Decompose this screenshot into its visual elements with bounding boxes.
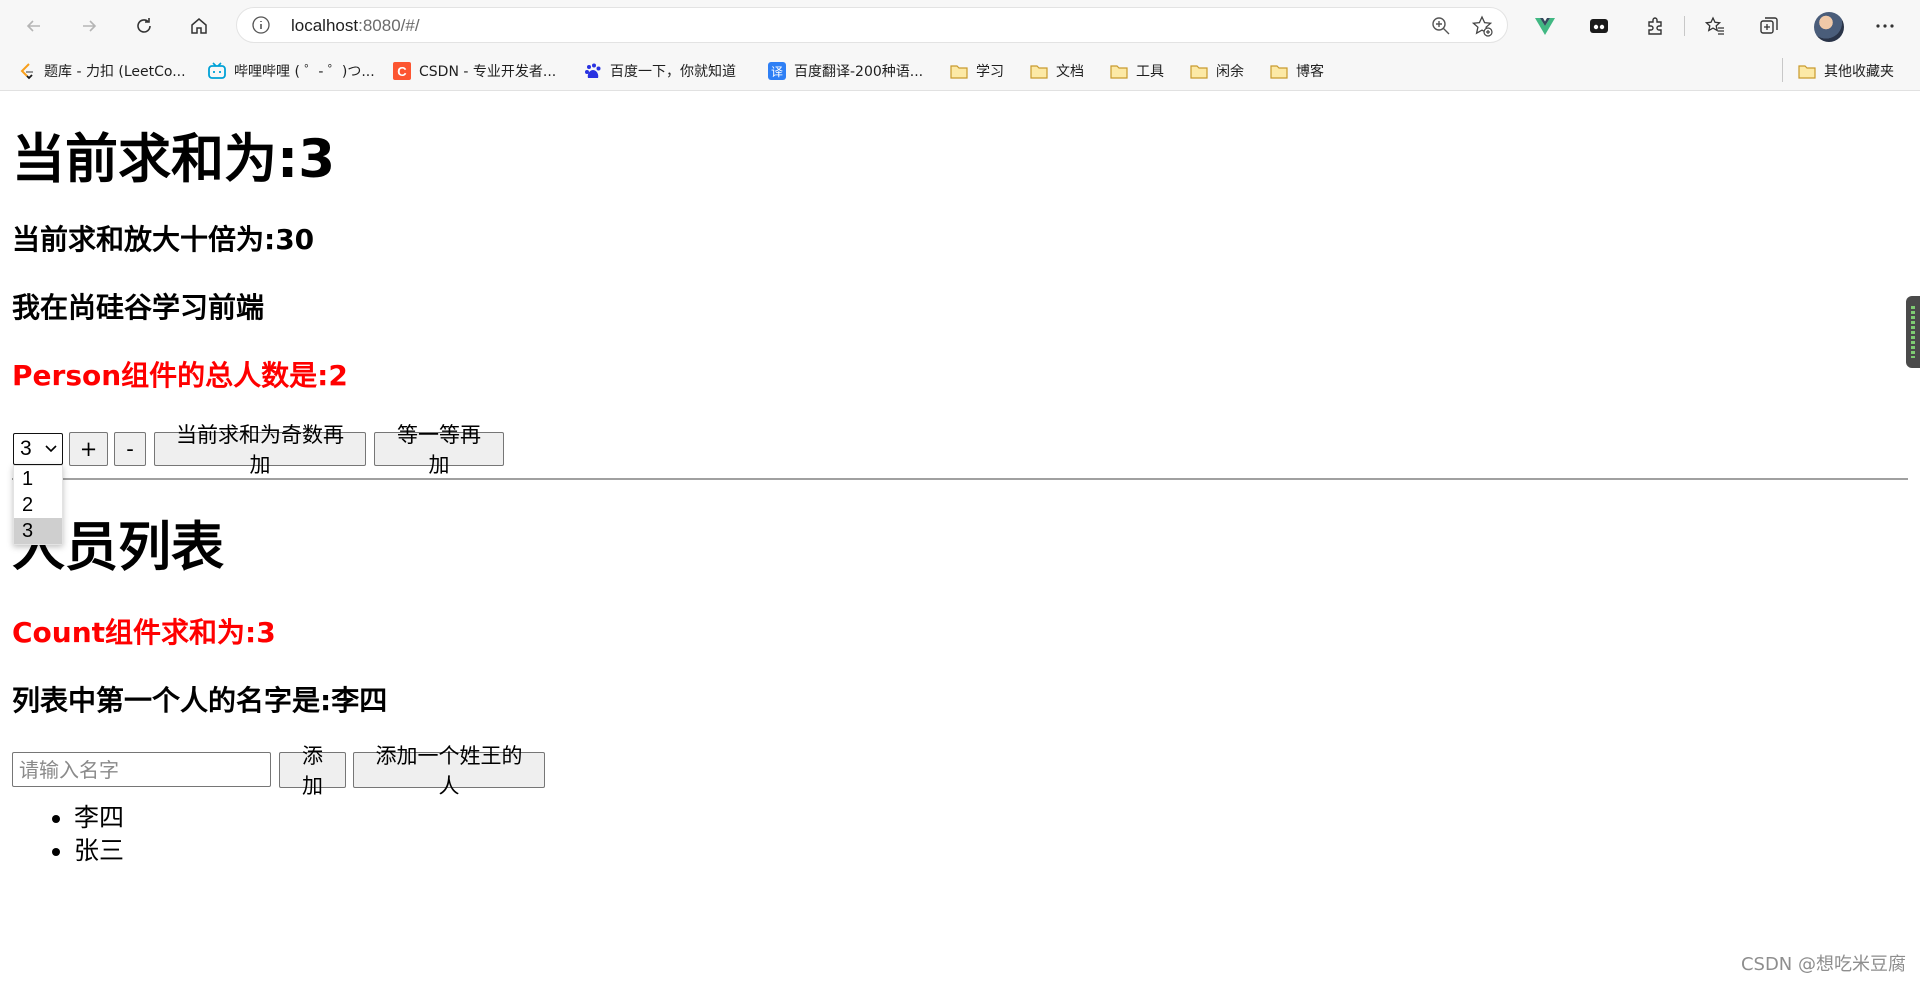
arrow-right-icon [83, 20, 97, 32]
bookmark-folder-study[interactable]: 学习 [950, 60, 1004, 82]
address-bar[interactable]: localhost:8080/#/ [236, 7, 1508, 43]
bookmark-label: 闲余 [1216, 64, 1244, 80]
settings-menu-button[interactable] [1872, 13, 1898, 39]
puzzle-icon [1648, 17, 1662, 35]
leetcode-icon [18, 62, 36, 80]
sum-heading: 当前求和为:3 [12, 129, 336, 190]
bookmark-label: 博客 [1296, 64, 1324, 80]
increment-step-select[interactable]: 3 [13, 433, 63, 465]
add-favorite-icon[interactable] [1471, 15, 1493, 37]
list-item: 李四 [74, 801, 124, 834]
extensions-button[interactable] [1642, 13, 1668, 39]
increment-button[interactable]: + [69, 432, 108, 466]
forward-button[interactable] [73, 10, 105, 42]
bookmark-baidu-translate[interactable]: 译 百度翻译-200种语... [768, 60, 923, 82]
favorites-list-icon [1704, 16, 1724, 35]
bookmark-label: CSDN - 专业开发者... [419, 64, 557, 80]
select-dropdown-list: 1 2 3 [13, 465, 63, 545]
extension-app-icon [1590, 19, 1608, 33]
bookmark-label: 学习 [976, 64, 1004, 80]
decrement-button[interactable]: - [114, 432, 146, 466]
add-wang-button[interactable]: 添加一个姓王的人 [353, 744, 545, 798]
increment-odd-button[interactable]: 当前求和为奇数再加 [154, 423, 366, 477]
bookmark-label: 工具 [1136, 64, 1164, 80]
browser-chrome: localhost:8080/#/ 题库 - 力扣 (LeetCo... 哔哩哔… [0, 0, 1920, 91]
zoom-icon[interactable] [1431, 16, 1451, 36]
add-person-button[interactable]: 添加 [279, 744, 346, 798]
first-person-heading: 列表中第一个人的名字是:李四 [12, 684, 388, 717]
baidu-icon [584, 62, 602, 80]
person-total-heading: Person组件的总人数是:2 [12, 359, 348, 392]
url-path: :8080/#/ [358, 16, 420, 35]
big-sum-heading: 当前求和放大十倍为:30 [12, 223, 315, 256]
bookmark-label: 其他收藏夹 [1824, 64, 1894, 80]
vue-devtools-button[interactable] [1532, 13, 1558, 39]
browser-toolbar: localhost:8080/#/ [0, 0, 1920, 52]
name-input[interactable] [12, 752, 271, 787]
bookmark-folder-blog[interactable]: 博客 [1270, 60, 1324, 82]
section-divider [12, 478, 1908, 480]
bookmark-folder-docs[interactable]: 文档 [1030, 60, 1084, 82]
school-heading: 我在尚硅谷学习前端 [12, 291, 265, 324]
select-option-2[interactable]: 2 [14, 492, 62, 518]
csdn-icon: C [393, 62, 411, 80]
bookmark-label: 百度翻译-200种语... [794, 64, 924, 80]
url-host: localhost [291, 16, 359, 35]
reload-icon [137, 18, 151, 33]
bookmark-folder-leisure[interactable]: 闲余 [1190, 60, 1244, 82]
baidu-translate-icon: 译 [768, 62, 786, 80]
toolbar-divider [1684, 16, 1685, 36]
folder-icon [1270, 62, 1288, 80]
back-button[interactable] [18, 10, 50, 42]
bookmark-leetcode[interactable]: 题库 - 力扣 (LeetCo... [18, 60, 186, 82]
select-value: 3 [20, 437, 32, 460]
collections-icon [1760, 17, 1778, 34]
person-list: 李四 张三 [26, 801, 124, 867]
side-panel-handle[interactable] [1906, 296, 1920, 368]
reload-button[interactable] [128, 10, 160, 42]
other-bookmarks-folder[interactable]: 其他收藏夹 [1798, 60, 1894, 82]
bookmark-csdn[interactable]: C CSDN - 专业开发者... [393, 60, 556, 82]
favorites-button[interactable] [1702, 13, 1728, 39]
bookmark-folder-tools[interactable]: 工具 [1110, 60, 1164, 82]
watermark: CSDN @想吃米豆腐 [1740, 954, 1906, 975]
select-option-3[interactable]: 3 [14, 518, 62, 544]
select-option-1[interactable]: 1 [14, 466, 62, 492]
folder-icon [1190, 62, 1208, 80]
folder-icon [1030, 62, 1048, 80]
home-icon [191, 18, 207, 34]
bookmarks-bar: 题库 - 力扣 (LeetCo... 哔哩哔哩 ( ゜- ゜)つ... C CS… [0, 52, 1920, 90]
bookmark-baidu[interactable]: 百度一下，你就知道 [584, 60, 736, 82]
url-text[interactable]: localhost:8080/#/ [291, 16, 420, 36]
bilibili-icon [208, 62, 226, 80]
folder-icon [1798, 62, 1816, 80]
svg-text:译: 译 [771, 65, 783, 79]
info-icon[interactable] [251, 15, 271, 35]
vue-icon [1535, 18, 1555, 35]
list-item: 张三 [74, 834, 124, 867]
folder-icon [950, 62, 968, 80]
collections-button[interactable] [1756, 13, 1782, 39]
folder-icon [1110, 62, 1128, 80]
arrow-left-icon [26, 20, 40, 32]
bookmark-label: 题库 - 力扣 (LeetCo... [44, 64, 186, 80]
chevron-down-icon [45, 445, 57, 453]
home-button[interactable] [183, 10, 215, 42]
svg-text:C: C [397, 64, 407, 79]
bookmark-label: 百度一下，你就知道 [610, 64, 736, 80]
bookmarks-divider [1782, 58, 1783, 82]
more-horizontal-icon [1876, 24, 1894, 28]
count-sum-heading: Count组件求和为:3 [12, 616, 276, 649]
increment-wait-button[interactable]: 等一等再加 [374, 423, 504, 477]
bookmark-bilibili[interactable]: 哔哩哔哩 ( ゜- ゜)つ... [208, 60, 375, 82]
bookmark-label: 哔哩哔哩 ( ゜- ゜)つ... [234, 64, 375, 80]
extension-button[interactable] [1586, 13, 1612, 39]
page-content: 当前求和为:3 当前求和放大十倍为:30 我在尚硅谷学习前端 Person组件的… [0, 90, 1920, 983]
profile-avatar[interactable] [1814, 12, 1844, 42]
bookmark-label: 文档 [1056, 64, 1084, 80]
